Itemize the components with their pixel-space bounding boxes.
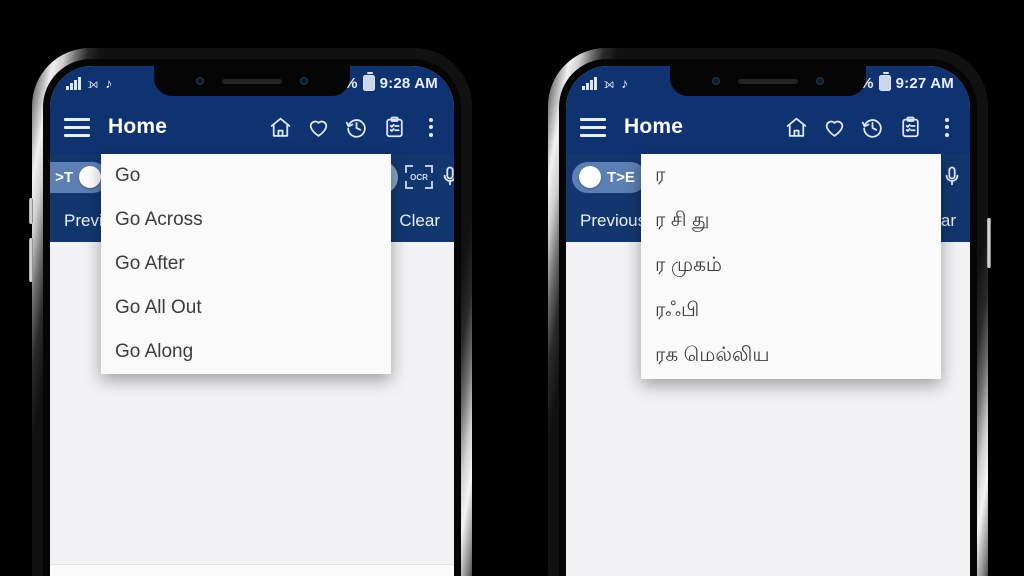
suggestion-item[interactable]: ரஃபி <box>641 289 941 334</box>
suggestion-dropdown-left: Go Go Across Go After Go All Out Go Alon… <box>101 154 391 374</box>
suggestion-item[interactable]: ர சி து <box>641 199 941 244</box>
overflow-menu-icon-left[interactable] <box>420 117 442 137</box>
status-bar-right-right: % 9:27 AM <box>860 72 954 92</box>
toggle-label-right: T>E <box>607 168 635 186</box>
app-bar-actions-left <box>268 115 442 140</box>
battery-icon-right <box>878 72 891 91</box>
phone-notch-right <box>670 66 866 96</box>
power-button-right[interactable] <box>987 218 991 268</box>
screenshot-stage: ⟕ ♪ 3% 9:28 AM Home <box>0 0 1024 576</box>
toggle-label-left: >T <box>55 168 73 186</box>
phone-screen-right: ⟕ ♪ % 9:27 AM Home T>E Previous ர ர சி த… <box>566 66 970 576</box>
front-camera-icon-right-a <box>712 77 720 85</box>
clock-right: 9:27 AM <box>895 74 954 92</box>
phone-device-left: ⟕ ♪ 3% 9:28 AM Home <box>29 48 472 576</box>
keyboard-add-icon-left[interactable]: + <box>50 573 94 576</box>
history-icon-right[interactable] <box>860 115 885 140</box>
clock-left: 9:28 AM <box>379 74 438 92</box>
phone-bezel-right: ⟕ ♪ % 9:27 AM Home T>E Previous ர ர சி த… <box>559 59 977 576</box>
app-bar-left: Home <box>50 100 454 154</box>
toggle-knob-right <box>579 166 601 188</box>
phone-notch-left <box>154 66 350 96</box>
home-icon-right[interactable] <box>784 115 809 140</box>
earpiece-speaker-right <box>738 78 798 84</box>
earpiece-speaker-left <box>222 78 282 84</box>
phone-device-right: ⟕ ♪ % 9:27 AM Home T>E Previous ர ர சி த… <box>548 48 991 576</box>
front-camera-icon-left-a <box>196 77 204 85</box>
front-camera-icon-left-b <box>300 77 308 85</box>
suggestion-item[interactable]: Go Along <box>101 330 391 374</box>
suggestion-item[interactable]: Go After <box>101 242 391 286</box>
favorite-heart-icon-left[interactable] <box>306 115 331 140</box>
suggestion-item[interactable]: Go All Out <box>101 286 391 330</box>
status-bar-icons-right: ⟕ ♪ <box>582 76 628 90</box>
microphone-icon-right[interactable] <box>942 165 962 190</box>
suggestion-item[interactable]: Go Across <box>101 198 391 242</box>
suggestion-item[interactable]: Go <box>101 154 391 198</box>
sync-shuffle-icon-left: ⟕ <box>87 75 99 91</box>
sync-shuffle-icon-right: ⟕ <box>603 75 615 91</box>
battery-icon-left <box>362 72 375 91</box>
clipboard-checklist-icon-right[interactable] <box>898 115 923 140</box>
ocr-scan-icon-left[interactable]: OCR <box>405 165 433 189</box>
app-bar-right: Home <box>566 100 970 154</box>
menu-hamburger-icon-left[interactable] <box>64 117 90 137</box>
status-bar-icons-left: ⟕ ♪ <box>66 76 112 90</box>
music-note-icon-right: ♪ <box>621 75 629 91</box>
suggestion-item[interactable]: ர முகம் <box>641 244 941 289</box>
history-icon-left[interactable] <box>344 115 369 140</box>
toggle-knob-left <box>79 166 101 188</box>
music-note-icon-left: ♪ <box>105 75 113 91</box>
volume-down-button-left[interactable] <box>29 238 33 282</box>
volume-up-button-left[interactable] <box>29 198 33 224</box>
app-bar-actions-right <box>784 115 958 140</box>
phone-bezel-left: ⟕ ♪ 3% 9:28 AM Home <box>43 59 461 576</box>
menu-hamburger-icon-right[interactable] <box>580 117 606 137</box>
language-direction-toggle-right[interactable]: T>E <box>572 161 646 193</box>
signal-bars-icon-right <box>582 77 597 90</box>
status-bar-right-left: 3% 9:28 AM <box>336 72 438 92</box>
page-title-right: Home <box>624 115 684 138</box>
suggestion-item[interactable]: ர <box>641 154 941 199</box>
suggestion-item[interactable]: ரக மெல்லிய <box>641 334 941 379</box>
microphone-icon-left[interactable] <box>440 165 454 190</box>
favorite-heart-icon-right[interactable] <box>822 115 847 140</box>
clipboard-checklist-icon-left[interactable] <box>382 115 407 140</box>
previous-button-right[interactable]: Previous <box>580 211 646 231</box>
suggestion-dropdown-right: ர ர சி து ர முகம் ரஃபி ரக மெல்லிய <box>641 154 941 379</box>
signal-bars-icon-left <box>66 77 81 90</box>
phone-screen-left: ⟕ ♪ 3% 9:28 AM Home <box>50 66 454 576</box>
keyboard-suggestion-strip-left: + good go go to <box>50 564 454 576</box>
front-camera-icon-right-b <box>816 77 824 85</box>
overflow-menu-icon-right[interactable] <box>936 117 958 137</box>
home-icon-left[interactable] <box>268 115 293 140</box>
language-direction-toggle-left[interactable]: >T <box>50 161 108 193</box>
clear-button-left[interactable]: Clear <box>399 211 440 231</box>
page-title-left: Home <box>108 115 168 138</box>
